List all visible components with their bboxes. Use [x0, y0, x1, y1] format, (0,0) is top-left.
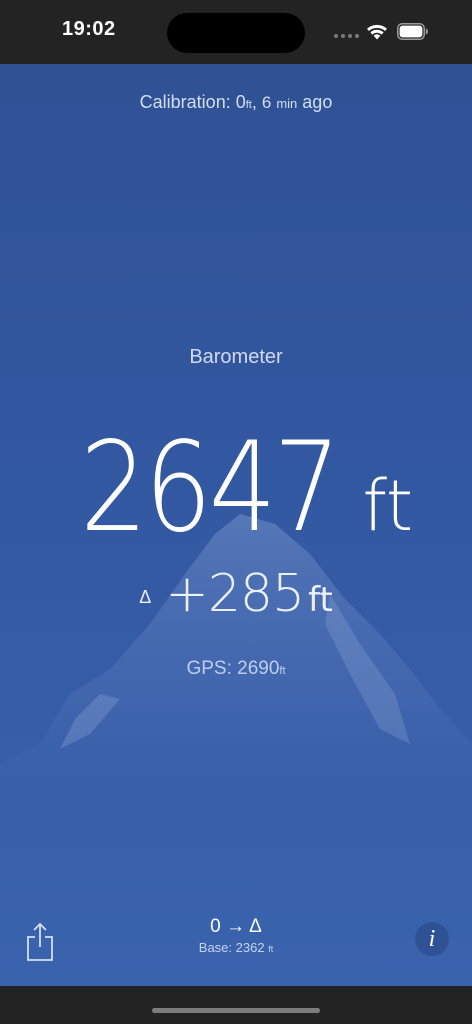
- battery-icon: [397, 23, 428, 40]
- status-time: 19:02: [62, 18, 116, 40]
- measurement-mode-label: Barometer: [189, 346, 283, 368]
- home-indicator[interactable]: [152, 1008, 320, 1013]
- calibration-suffix: ago: [297, 92, 333, 112]
- bottom-bar: [0, 986, 472, 1024]
- base-altitude: Base: 2362 ft: [136, 940, 336, 955]
- calibration-prefix: Calibration:: [139, 92, 236, 112]
- altitude-readout: 2647 ft: [0, 416, 472, 560]
- altimeter-screen: Calibration: 0ft, 6 min ago Barometer 26…: [0, 64, 472, 986]
- gps-altitude: GPS: 2690ft: [0, 658, 472, 680]
- zero-delta-toggle-button[interactable]: 0 → Δ Base: 2362 ft: [136, 916, 336, 955]
- dynamic-island: [167, 13, 305, 53]
- gps-unit: ft: [279, 665, 286, 677]
- calibration-status: Calibration: 0ft, 6 min ago: [0, 92, 472, 113]
- wifi-icon: [367, 24, 387, 40]
- delta-symbol: Δ: [139, 587, 152, 607]
- gps-value: 2690: [237, 658, 280, 679]
- calibration-minutes-unit: min: [276, 96, 298, 111]
- calibration-value: 0: [235, 92, 246, 112]
- altitude-value: 2647: [79, 416, 341, 560]
- calibration-separator: ,: [251, 92, 262, 112]
- delta-value: +285: [165, 564, 305, 624]
- gps-prefix: GPS:: [186, 658, 238, 679]
- base-prefix: Base:: [198, 940, 236, 955]
- status-bar: 19:02: [0, 0, 472, 64]
- base-value: 2362: [235, 940, 265, 955]
- info-button[interactable]: i: [415, 922, 449, 956]
- cellular-signal-icon: [334, 34, 359, 38]
- zero-delta-toggle-label: 0 → Δ: [210, 916, 262, 937]
- info-icon: i: [428, 926, 436, 952]
- base-unit: ft: [268, 944, 274, 954]
- altitude-delta: Δ +285 ft: [0, 564, 472, 624]
- share-icon[interactable]: [26, 922, 54, 962]
- altitude-unit: ft: [362, 465, 414, 547]
- calibration-minutes: 6: [261, 93, 272, 112]
- delta-unit: ft: [308, 580, 333, 620]
